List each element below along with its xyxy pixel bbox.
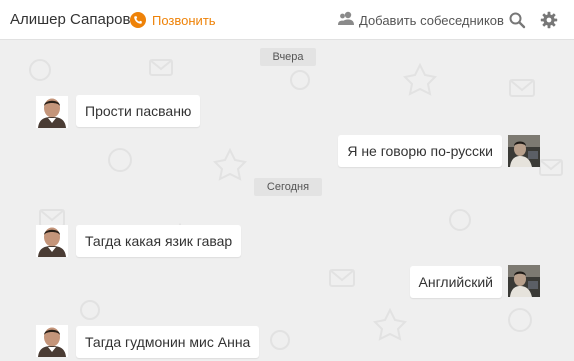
date-separator: Сегодня: [254, 178, 322, 196]
contact-avatar[interactable]: [36, 96, 68, 128]
call-label: Позвонить: [152, 12, 216, 28]
message-outgoing[interactable]: Я не говорю по-русски: [338, 135, 502, 167]
add-participants-button[interactable]: Добавить собеседников: [337, 10, 504, 30]
add-users-icon: [337, 10, 355, 31]
contact-avatar[interactable]: [36, 325, 68, 357]
contact-avatar[interactable]: [36, 225, 68, 257]
search-icon[interactable]: [508, 11, 526, 29]
contact-name[interactable]: Алишер Сапаров: [10, 11, 130, 28]
message-list[interactable]: Вчера Прости пасваню Я не говорю по-русс…: [0, 40, 574, 361]
call-button[interactable]: Позвонить: [130, 10, 216, 30]
phone-icon: [130, 12, 146, 28]
chat-header: Алишер Сапаров Позвонить Добавить собесе…: [0, 0, 574, 40]
user-avatar[interactable]: [508, 135, 540, 167]
chat-wallpaper: [29, 59, 563, 350]
message-incoming[interactable]: Тагда гудмонин мис Анна: [76, 326, 260, 358]
message-outgoing[interactable]: Английский: [409, 266, 502, 298]
date-separator: Вчера: [260, 48, 316, 66]
user-avatar[interactable]: [508, 265, 540, 297]
message-incoming[interactable]: Прости пасваню: [76, 95, 201, 127]
add-participants-label: Добавить собеседников: [359, 12, 504, 28]
message-incoming[interactable]: Тагда какая язик гавар: [76, 225, 242, 257]
gear-icon[interactable]: [540, 11, 558, 29]
